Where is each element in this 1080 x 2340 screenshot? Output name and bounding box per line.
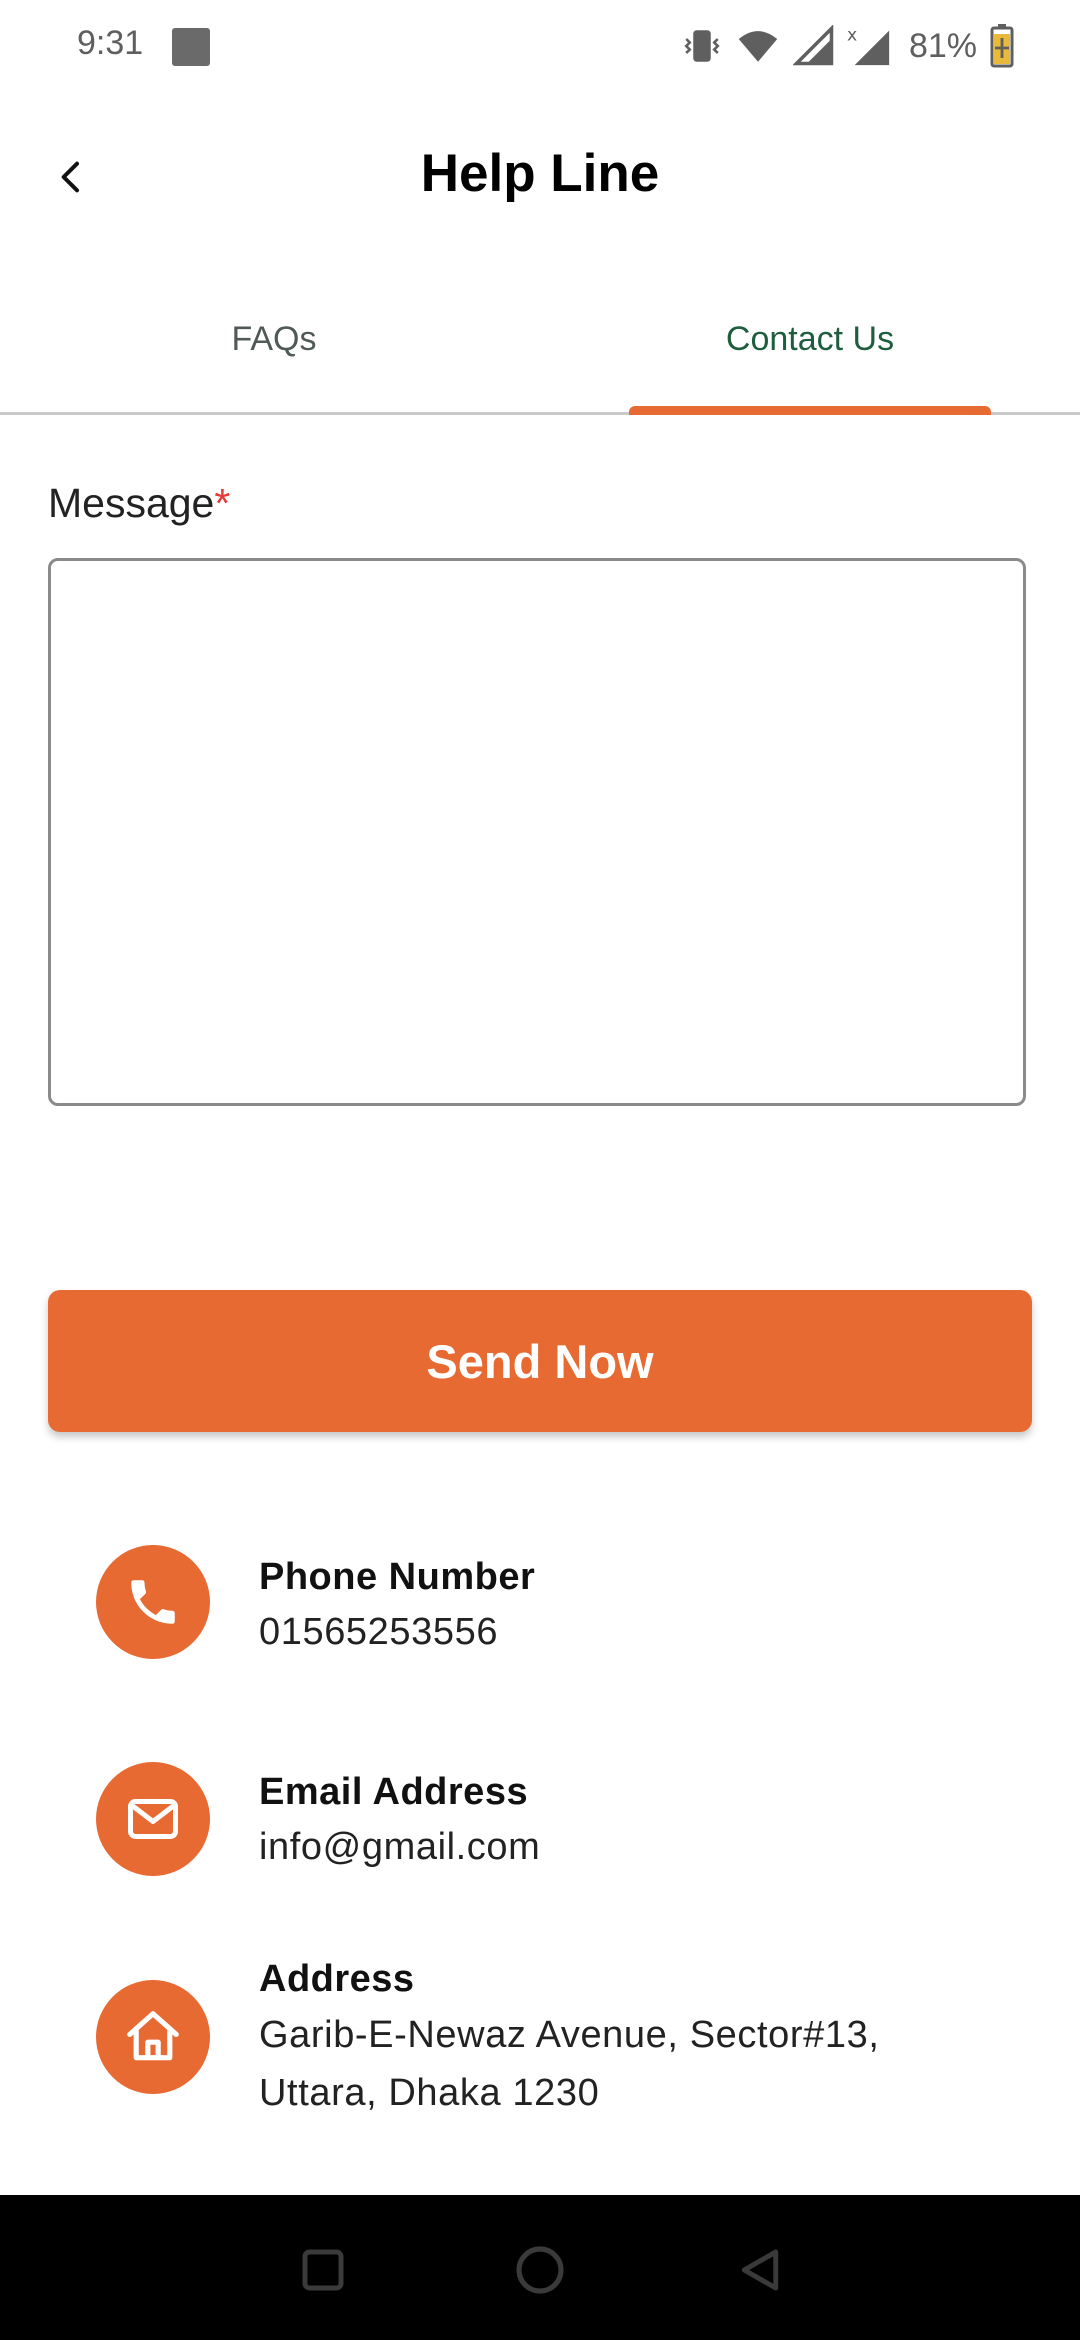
required-mark: * bbox=[214, 480, 231, 526]
tab-contact-us[interactable]: Contact Us bbox=[548, 320, 1072, 359]
phone-title: Phone Number bbox=[259, 1556, 536, 1598]
tab-faqs[interactable]: FAQs bbox=[0, 320, 548, 359]
signal-x-icon: x bbox=[847, 25, 890, 66]
status-icons: x 81% bbox=[681, 20, 1015, 72]
system-nav-bar bbox=[0, 2195, 1080, 2340]
home-icon-circle bbox=[96, 1980, 210, 2094]
status-bar: 9:31 x 81% bbox=[0, 0, 1080, 95]
tab-indicator bbox=[629, 406, 991, 415]
home-icon bbox=[127, 2011, 179, 2061]
battery-percent: 81% bbox=[908, 26, 977, 65]
send-now-button[interactable]: Send Now bbox=[48, 1290, 1032, 1432]
wifi-icon bbox=[738, 31, 778, 62]
back-nav-button[interactable] bbox=[725, 2235, 795, 2305]
contact-phone: Phone Number 01565253556 bbox=[0, 1540, 1080, 1670]
notification-icon bbox=[172, 28, 210, 66]
address-value: Garib-E-Newaz Avenue, Sector#13, Uttara,… bbox=[259, 2006, 879, 2122]
contact-address: Address Garib-E-Newaz Avenue, Sector#13,… bbox=[0, 1958, 1080, 2128]
recents-button[interactable] bbox=[288, 2235, 358, 2305]
message-label: Message* bbox=[48, 480, 230, 527]
recents-icon bbox=[302, 2249, 344, 2291]
address-line-1: Garib-E-Newaz Avenue, Sector#13, bbox=[259, 2014, 880, 2056]
address-line-2: Uttara, Dhaka 1230 bbox=[259, 2072, 600, 2114]
back-triangle-icon bbox=[741, 2249, 779, 2291]
tab-bar: FAQs Contact Us bbox=[0, 270, 1080, 416]
email-value: info@gmail.com bbox=[259, 1826, 541, 1868]
app-bar: Help Line bbox=[0, 95, 1080, 255]
address-title: Address bbox=[259, 1958, 415, 2000]
mail-icon-circle bbox=[96, 1762, 210, 1876]
phone-icon-circle bbox=[96, 1545, 210, 1659]
vibrate-icon bbox=[684, 30, 720, 62]
phone-value: 01565253556 bbox=[259, 1611, 499, 1653]
contact-email: Email Address info@gmail.com bbox=[0, 1757, 1080, 1887]
home-nav-button[interactable] bbox=[505, 2235, 575, 2305]
svg-text:x: x bbox=[847, 25, 857, 45]
page-title: Help Line bbox=[420, 144, 660, 203]
status-time: 9:31 bbox=[77, 24, 144, 62]
message-label-text: Message bbox=[48, 480, 215, 526]
phone-icon bbox=[131, 1580, 175, 1624]
battery-charging-icon bbox=[990, 24, 1014, 68]
mail-icon bbox=[128, 1799, 178, 1839]
email-title: Email Address bbox=[259, 1771, 529, 1813]
signal-icon bbox=[792, 25, 834, 66]
home-circle-icon bbox=[516, 2246, 564, 2294]
message-input[interactable] bbox=[48, 558, 1026, 1106]
